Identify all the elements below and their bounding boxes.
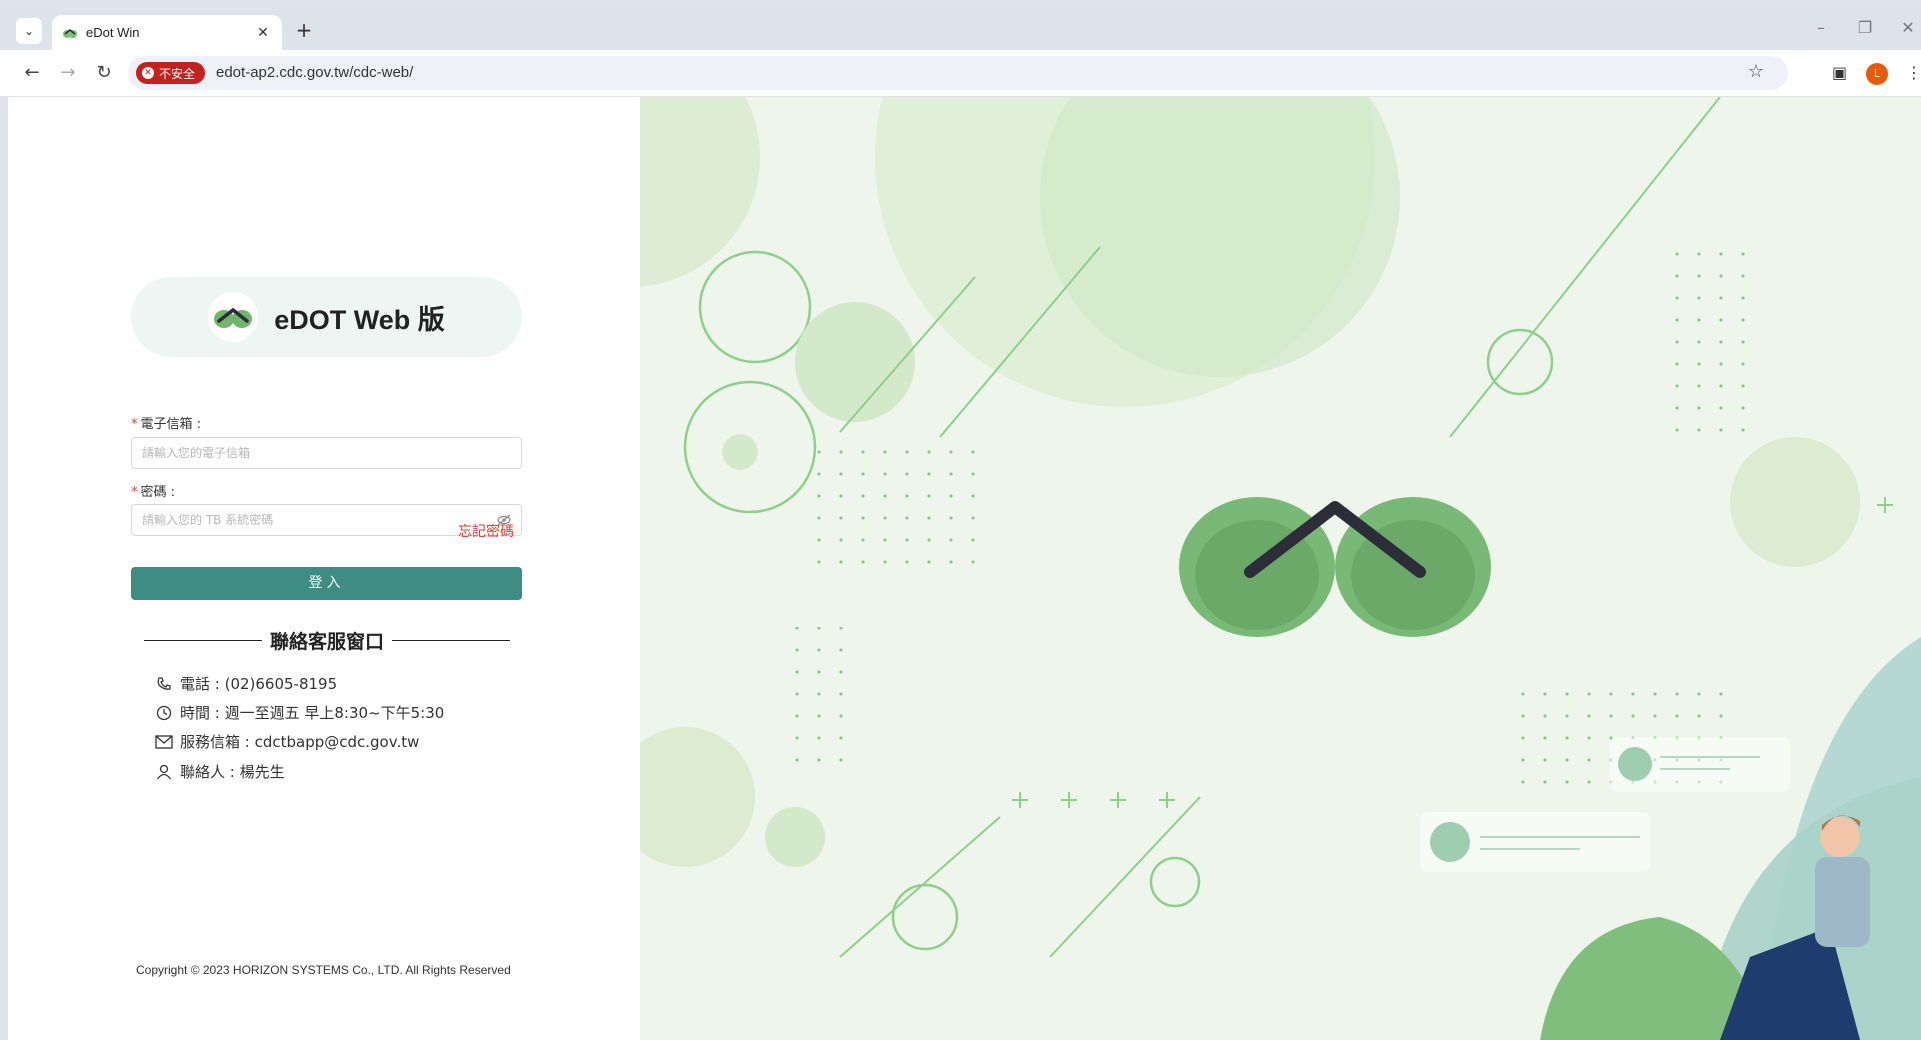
profile-avatar[interactable]: L bbox=[1866, 63, 1888, 85]
forgot-password-link[interactable]: 忘記密碼 bbox=[458, 521, 514, 541]
divider bbox=[392, 640, 511, 641]
contact-phone: 電話 : (02)6605-8195 bbox=[154, 673, 337, 694]
email-label: * 電子信箱 : bbox=[131, 413, 201, 432]
hero-illustration bbox=[640, 97, 1921, 1040]
required-mark: * bbox=[131, 417, 138, 432]
contact-hours: 時間 : 週一至週五 早上8:30~下午5:30 bbox=[154, 702, 444, 723]
brand-header: eDOT Web 版 bbox=[131, 277, 522, 357]
browser-toolbar: ← → ↻ ✕ 不安全 edot-ap2.cdc.gov.tw/cdc-web/… bbox=[0, 50, 1921, 97]
browser-tab[interactable]: eDot Win ✕ bbox=[52, 15, 282, 50]
login-panel: eDOT Web 版 * 電子信箱 : 請輸入您的電子信箱 * 密碼 : 請輸入您的… bbox=[8, 97, 640, 1040]
close-icon[interactable]: ✕ bbox=[254, 25, 272, 41]
copyright: Copyright © 2023 HORIZON SYSTEMS Co., LT… bbox=[136, 963, 511, 977]
side-panel-icon[interactable]: ▣ bbox=[1832, 63, 1847, 82]
contact-email: 服務信箱 : cdctbapp@cdc.gov.tw bbox=[154, 731, 419, 752]
brand-name: eDOT Web 版 bbox=[274, 304, 445, 335]
user-icon bbox=[154, 762, 174, 782]
contact-heading: 聯絡客服窗口 bbox=[144, 627, 511, 654]
tab-search-button[interactable]: ⌄ bbox=[16, 18, 42, 44]
back-arrow-icon[interactable]: ← bbox=[20, 62, 44, 83]
contact-person: 聯絡人 : 楊先生 bbox=[154, 761, 285, 782]
hours-text: 時間 : 週一至週五 早上8:30~下午5:30 bbox=[180, 704, 445, 722]
email-field[interactable]: 請輸入您的電子信箱 bbox=[131, 437, 522, 469]
illustration-art bbox=[640, 97, 1921, 1040]
minimize-icon[interactable]: – bbox=[1806, 18, 1836, 37]
phone-text: 電話 : (02)6605-8195 bbox=[180, 675, 338, 693]
email-placeholder: 請輸入您的電子信箱 bbox=[142, 446, 251, 460]
new-tab-button[interactable]: + bbox=[292, 18, 316, 42]
edot-favicon-icon bbox=[63, 28, 77, 38]
browser-window: ⌄ eDot Win ✕ + – ❐ ✕ ← → ↻ ✕ 不安全 edot-ap… bbox=[0, 0, 1921, 1040]
contact-title: 聯絡客服窗口 bbox=[270, 631, 385, 653]
phone-icon bbox=[154, 674, 174, 694]
address-bar[interactable]: ✕ 不安全 edot-ap2.cdc.gov.tw/cdc-web/ ☆ bbox=[128, 56, 1788, 90]
chevron-down-icon: ⌄ bbox=[23, 24, 35, 38]
required-mark: * bbox=[131, 485, 138, 500]
password-label-text: 密碼 : bbox=[140, 485, 176, 500]
warning-icon: ✕ bbox=[142, 67, 154, 79]
tab-title: eDot Win bbox=[86, 25, 140, 40]
restore-icon[interactable]: ❐ bbox=[1850, 18, 1880, 37]
bookmark-star-icon[interactable]: ☆ bbox=[1748, 61, 1764, 82]
email-text: 服務信箱 : cdctbapp@cdc.gov.tw bbox=[180, 733, 420, 751]
edot-logo-icon bbox=[208, 292, 259, 342]
login-button[interactable]: 登入 bbox=[131, 567, 522, 600]
password-placeholder: 請輸入您的 TB 系統密碼 bbox=[142, 513, 274, 527]
forward-arrow-icon[interactable]: → bbox=[56, 62, 80, 83]
more-menu-icon[interactable]: ⋮ bbox=[1906, 63, 1921, 82]
not-secure-badge[interactable]: ✕ 不安全 bbox=[136, 62, 206, 84]
page-content: eDOT Web 版 * 電子信箱 : 請輸入您的電子信箱 * 密碼 : 請輸入您的… bbox=[8, 97, 1921, 1040]
email-label-text: 電子信箱 : bbox=[140, 417, 202, 432]
security-label: 不安全 bbox=[159, 66, 196, 81]
tab-strip: ⌄ eDot Win ✕ + – ❐ ✕ bbox=[0, 10, 1921, 50]
divider bbox=[144, 640, 262, 641]
window-close-icon[interactable]: ✕ bbox=[1893, 18, 1921, 37]
password-label: * 密碼 : bbox=[131, 481, 175, 500]
person-text: 聯絡人 : 楊先生 bbox=[180, 763, 285, 781]
clock-icon bbox=[154, 703, 174, 723]
mail-icon bbox=[154, 732, 174, 752]
url-text[interactable]: edot-ap2.cdc.gov.tw/cdc-web/ bbox=[216, 64, 413, 81]
reload-icon[interactable]: ↻ bbox=[92, 62, 116, 83]
